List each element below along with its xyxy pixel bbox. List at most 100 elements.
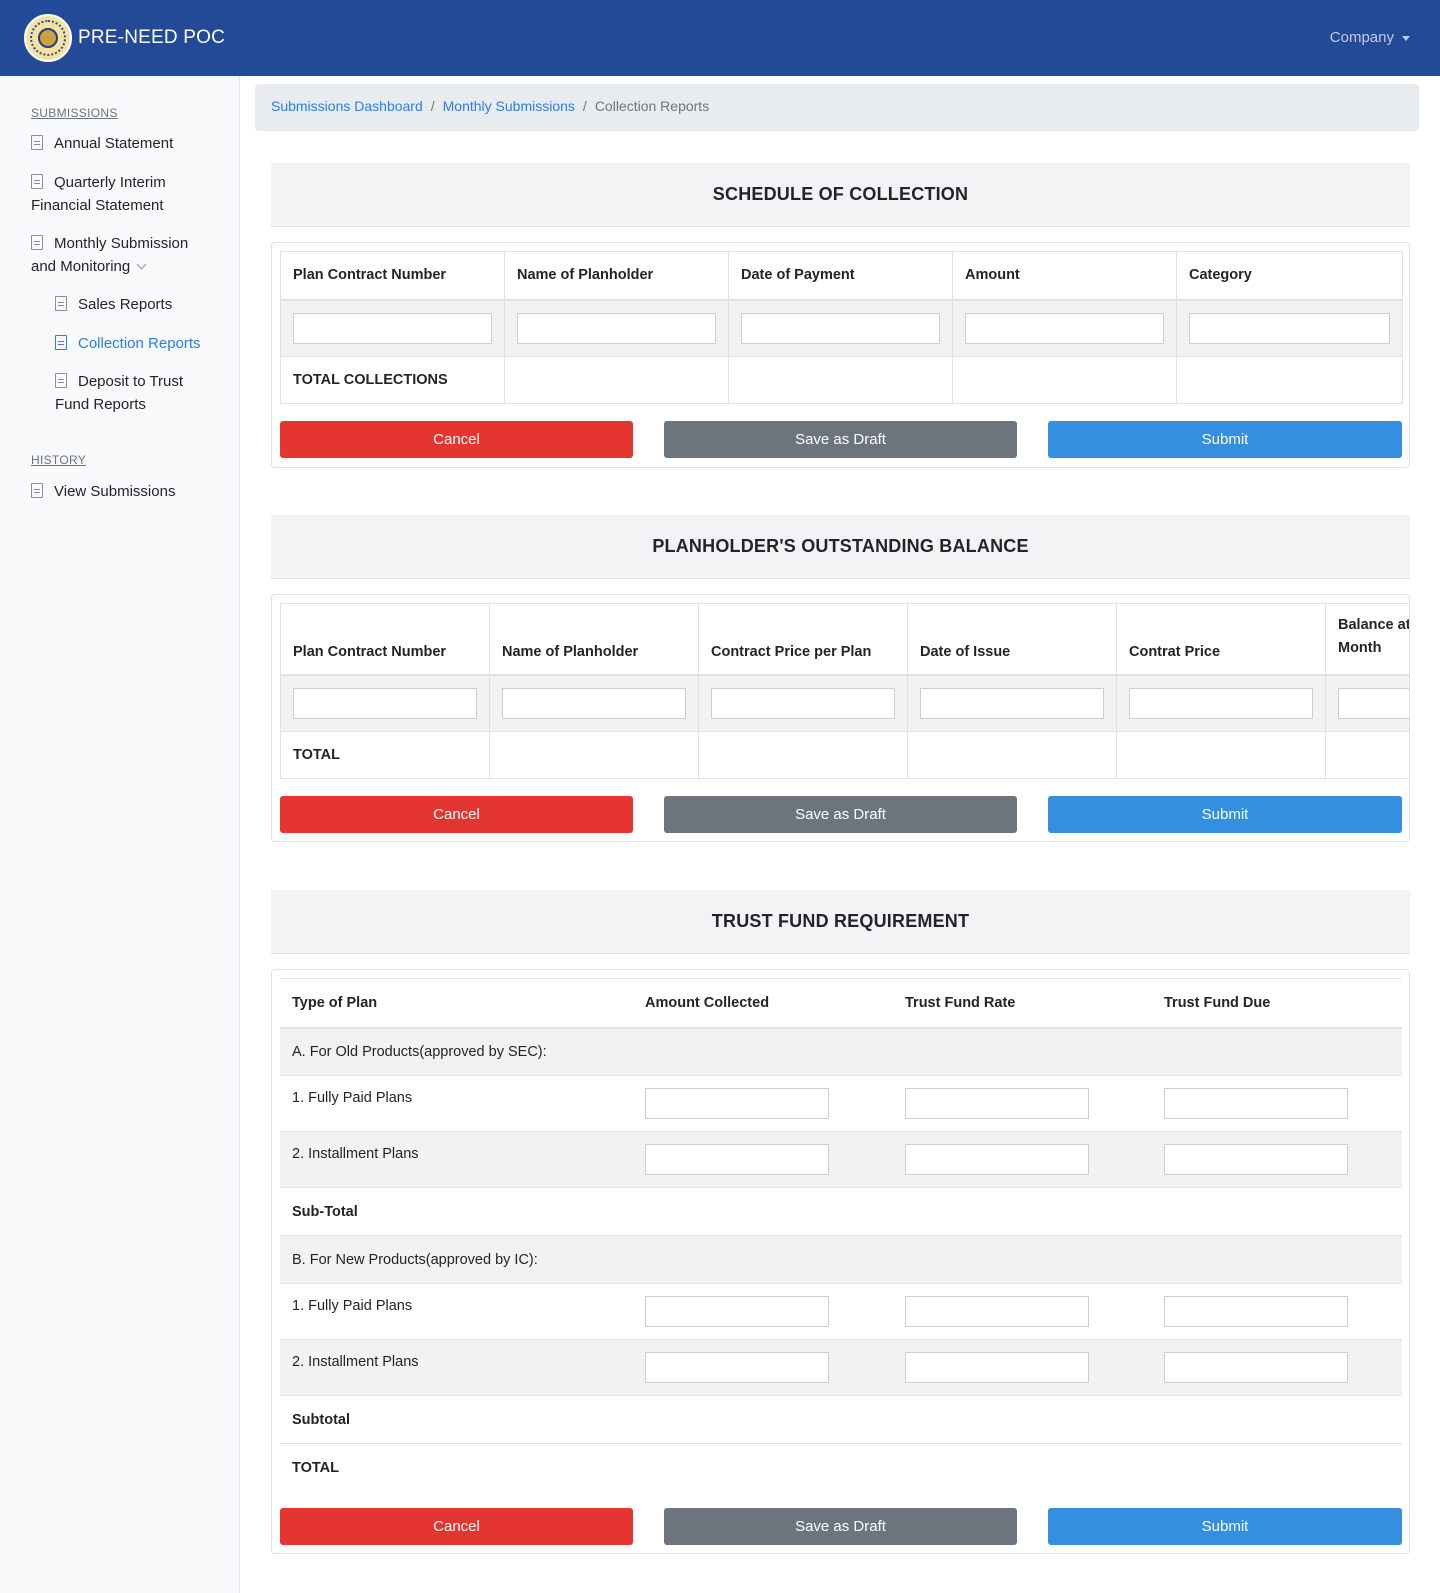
amount-collected-input[interactable] (645, 1352, 829, 1383)
trust-fund-rate-input[interactable] (905, 1296, 1089, 1327)
column-header: Type of Plan (280, 978, 633, 1029)
table-row (280, 674, 1409, 732)
sidebar-item-label: Annual Statement (54, 135, 174, 152)
planholder-name-input[interactable] (502, 687, 686, 719)
save-draft-button[interactable]: Save as Draft (664, 1508, 1017, 1545)
total-row: TOTAL COLLECTIONS (280, 356, 1403, 404)
planholder-name-input[interactable] (517, 312, 716, 344)
document-icon (55, 335, 67, 350)
subtotal-label: Subtotal (280, 1395, 1402, 1444)
trust-fund-rate-input[interactable] (905, 1352, 1089, 1383)
plan-type-label: 2. Installment Plans (280, 1339, 633, 1396)
trust-fund-due-input[interactable] (1164, 1296, 1348, 1327)
sidebar-item-monthly-submission[interactable]: Monthly Submission and Monitoring (31, 232, 231, 278)
trust-fund-card: Type of Plan Amount Collected Trust Fund… (271, 969, 1410, 1554)
submit-button[interactable]: Submit (1048, 421, 1402, 458)
total-label: TOTAL (280, 1443, 1402, 1492)
balance-header-line1: Balance at (1338, 616, 1410, 633)
table-row: B. For New Products(approved by IC): (280, 1235, 1402, 1284)
sidebar-item-label-line2: Fund Reports (55, 396, 146, 413)
sidebar-item-label: Collection Reports (78, 335, 201, 352)
breadcrumb-current: Collection Reports (594, 98, 710, 114)
sidebar-item-collection-reports[interactable]: Collection Reports (55, 332, 201, 355)
submissions-heading: SUBMISSIONS (31, 106, 118, 120)
column-header: Date of Payment (728, 251, 953, 301)
column-header: Category (1176, 251, 1403, 301)
document-icon (31, 174, 43, 189)
column-header: Balance at Month (1325, 603, 1410, 676)
table-row: 1. Fully Paid Plans (280, 1075, 1402, 1132)
sidebar-item-label: Monthly Submission (54, 235, 189, 252)
plan-type-label: 1. Fully Paid Plans (280, 1283, 633, 1340)
contract-price-input[interactable] (1129, 687, 1313, 719)
sidebar-item-label: View Submissions (54, 483, 176, 500)
document-icon (31, 483, 43, 498)
agency-seal-logo (24, 14, 72, 62)
sidebar-item-annual-statement[interactable]: Annual Statement (31, 132, 173, 155)
brand[interactable]: PRE-NEED POC (24, 14, 225, 62)
sidebar-item-view-submissions[interactable]: View Submissions (31, 480, 175, 503)
plan-type-label: 1. Fully Paid Plans (280, 1075, 633, 1132)
trust-fund-due-input[interactable] (1164, 1352, 1348, 1383)
outstanding-balance-title: PLANHOLDER'S OUTSTANDING BALANCE (271, 515, 1410, 579)
document-icon (55, 296, 67, 311)
plan-contract-number-input[interactable] (293, 312, 492, 344)
cancel-button[interactable]: Cancel (280, 1508, 633, 1545)
breadcrumb-separator: / (430, 98, 435, 114)
contract-price-per-plan-input[interactable] (711, 687, 895, 719)
submit-button[interactable]: Submit (1048, 796, 1402, 833)
trust-fund-due-input[interactable] (1164, 1088, 1348, 1119)
subtotal-row: Sub-Total (280, 1187, 1402, 1236)
total-row: TOTAL (280, 731, 1409, 779)
sidebar-item-label-line2: Financial Statement (31, 197, 164, 214)
outstanding-table: Plan Contract Number Name of Planholder … (280, 603, 1410, 779)
date-of-issue-input[interactable] (920, 687, 1104, 719)
amount-input[interactable] (965, 312, 1164, 344)
new-products-group-label: B. For New Products(approved by IC): (280, 1235, 1402, 1284)
amount-collected-input[interactable] (645, 1088, 829, 1119)
column-header: Trust Fund Due (1152, 978, 1402, 1029)
trust-fund-requirement-title: TRUST FUND REQUIREMENT (271, 890, 1410, 954)
sidebar-item-deposit-trust-fund[interactable]: Deposit to Trust Fund Reports (55, 370, 235, 416)
save-draft-button[interactable]: Save as Draft (664, 421, 1017, 458)
breadcrumb-dashboard-link[interactable]: Submissions Dashboard (271, 98, 423, 117)
column-header: Contract Price per Plan (698, 603, 908, 676)
trust-fund-table: Type of Plan Amount Collected Trust Fund… (280, 978, 1402, 1492)
sidebar-item-sales-reports[interactable]: Sales Reports (55, 293, 172, 316)
plan-contract-number-input[interactable] (293, 687, 477, 719)
breadcrumb: Submissions Dashboard / Monthly Submissi… (255, 84, 1419, 131)
trust-fund-rate-input[interactable] (905, 1144, 1089, 1175)
old-products-group-label: A. For Old Products(approved by SEC): (280, 1027, 1402, 1076)
column-header: Plan Contract Number (280, 251, 505, 301)
cancel-button[interactable]: Cancel (280, 421, 633, 458)
amount-collected-input[interactable] (645, 1296, 829, 1327)
date-of-payment-input[interactable] (741, 312, 940, 344)
amount-collected-input[interactable] (645, 1144, 829, 1175)
company-label: Company (1329, 29, 1394, 46)
cancel-button[interactable]: Cancel (280, 796, 633, 833)
top-navbar: PRE-NEED POC Company (0, 0, 1440, 76)
category-input[interactable] (1189, 312, 1390, 344)
document-icon (31, 135, 43, 150)
document-icon (55, 373, 67, 388)
outstanding-balance-card: Plan Contract Number Name of Planholder … (271, 594, 1410, 842)
caret-down-icon (1402, 36, 1410, 41)
save-draft-button[interactable]: Save as Draft (664, 796, 1017, 833)
trust-fund-due-input[interactable] (1164, 1144, 1348, 1175)
table-row: A. For Old Products(approved by SEC): (280, 1027, 1402, 1076)
submit-button[interactable]: Submit (1048, 1508, 1402, 1545)
total-row: TOTAL (280, 1443, 1402, 1492)
document-icon (31, 235, 43, 250)
balance-at-month-input[interactable] (1338, 687, 1409, 719)
breadcrumb-monthly-link[interactable]: Monthly Submissions (443, 98, 575, 117)
app-title: PRE-NEED POC (78, 27, 226, 48)
sidebar-item-label: Deposit to Trust (78, 373, 184, 390)
sidebar-item-quarterly-interim[interactable]: Quarterly Interim Financial Statement (31, 171, 231, 217)
subtotal-row: Subtotal (280, 1395, 1402, 1444)
sidebar-item-label: Quarterly Interim (54, 174, 166, 191)
company-dropdown[interactable]: Company (1330, 29, 1410, 46)
chevron-down-icon (136, 259, 147, 270)
sidebar: SUBMISSIONS Annual Statement Quarterly I… (0, 76, 240, 1593)
breadcrumb-separator: / (582, 98, 587, 114)
trust-fund-rate-input[interactable] (905, 1088, 1089, 1119)
